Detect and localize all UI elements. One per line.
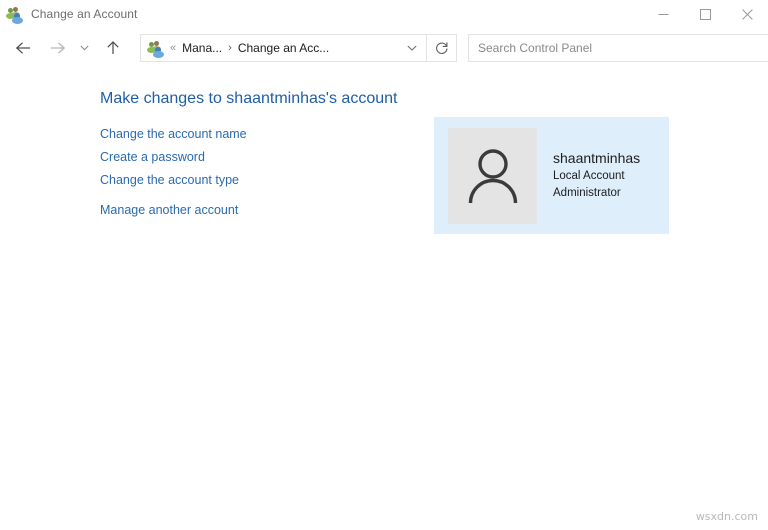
account-card: shaantminhas Local Account Administrator xyxy=(434,117,669,234)
breadcrumb-item-manage[interactable]: Mana... xyxy=(182,41,222,55)
account-details: shaantminhas Local Account Administrator xyxy=(553,149,640,202)
recent-locations-button[interactable] xyxy=(74,33,94,63)
minimize-button[interactable] xyxy=(642,0,684,28)
user-avatar-icon xyxy=(464,146,522,206)
maximize-button[interactable] xyxy=(684,0,726,28)
account-type: Local Account xyxy=(553,168,640,185)
link-manage-another-account[interactable]: Manage another account xyxy=(100,199,238,222)
users-icon xyxy=(7,6,23,22)
avatar xyxy=(448,128,537,224)
close-button[interactable] xyxy=(726,0,768,28)
breadcrumb-item-change-account[interactable]: Change an Acc... xyxy=(238,41,329,55)
chevron-down-icon[interactable] xyxy=(400,35,424,61)
page-title: Make changes to shaantminhas's account xyxy=(100,90,397,108)
address-bar[interactable]: « Mana... › Change an Acc... xyxy=(140,34,427,62)
account-task-links: Change the account name Create a passwor… xyxy=(100,123,247,222)
link-change-account-name[interactable]: Change the account name xyxy=(100,123,247,146)
refresh-button[interactable] xyxy=(427,34,457,62)
watermark: wsxdn.com xyxy=(696,510,758,523)
window-title: Change an Account xyxy=(31,7,137,21)
navigation-toolbar: « Mana... › Change an Acc... Search Cont… xyxy=(0,28,768,68)
account-name: shaantminhas xyxy=(553,149,640,168)
account-role: Administrator xyxy=(553,185,640,202)
content-area: Make changes to shaantminhas's account C… xyxy=(0,68,768,530)
breadcrumb-separator: › xyxy=(228,42,232,54)
search-input[interactable]: Search Control Panel xyxy=(478,41,592,55)
link-create-password[interactable]: Create a password xyxy=(100,146,205,169)
breadcrumb-overflow-chevron[interactable]: « xyxy=(170,43,176,54)
link-change-account-type[interactable]: Change the account type xyxy=(100,169,239,192)
back-button[interactable] xyxy=(8,33,38,63)
up-button[interactable] xyxy=(98,33,128,63)
forward-button[interactable] xyxy=(42,33,72,63)
title-bar: Change an Account xyxy=(0,0,768,28)
search-box[interactable]: Search Control Panel xyxy=(468,34,768,62)
breadcrumb-users-icon xyxy=(148,40,164,56)
window-controls xyxy=(642,0,768,28)
